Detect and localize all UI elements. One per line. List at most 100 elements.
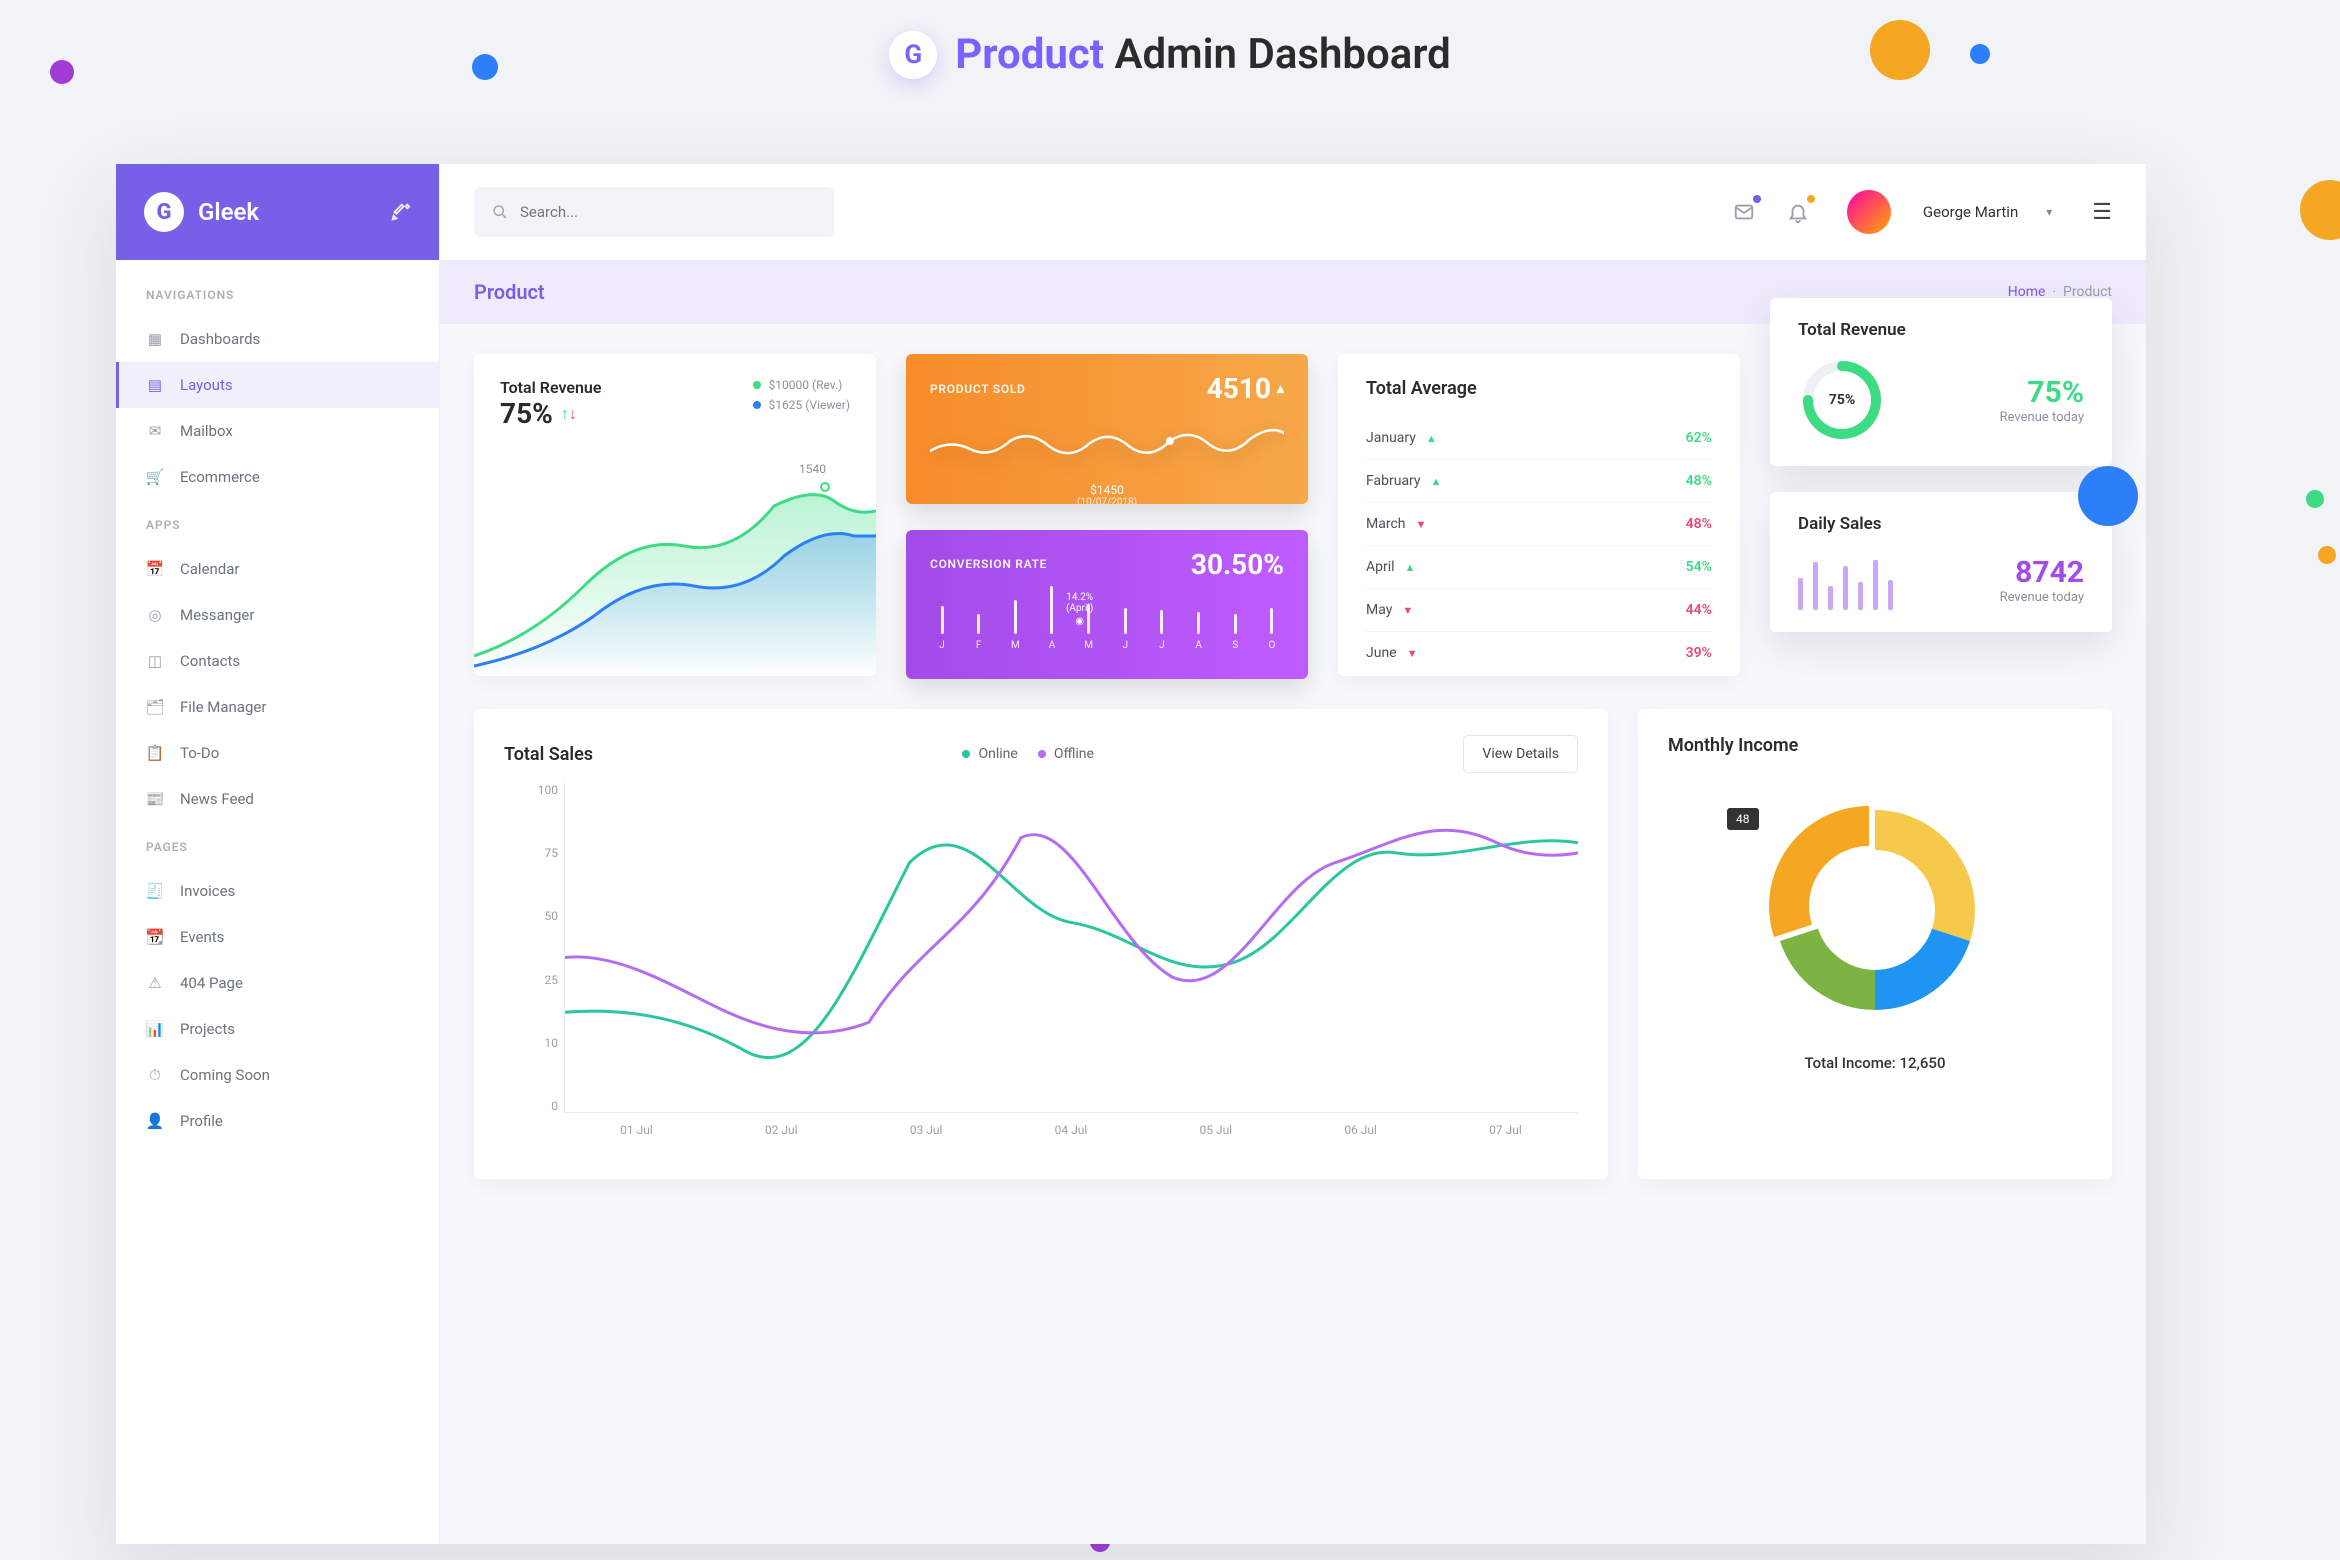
sidebar-item-label: File Manager — [180, 698, 266, 716]
decor-dot — [2078, 466, 2138, 526]
sidebar-item-label: Layouts — [180, 376, 233, 394]
header-logo-icon: G — [889, 31, 937, 79]
daily-bar — [1873, 560, 1878, 610]
sidebar-item-news-feed[interactable]: 📰News Feed — [116, 776, 439, 822]
conversion-bar: J — [1150, 610, 1174, 651]
caret-up-icon: ▴ — [1277, 381, 1284, 397]
mail-icon[interactable] — [1727, 195, 1761, 229]
daily-bar — [1813, 562, 1818, 610]
settings-icon[interactable] — [389, 201, 411, 223]
conversion-bar: J — [930, 606, 954, 651]
side-total-revenue-card: Total Revenue 75% 75% — [1770, 298, 2112, 466]
average-value: 48% — [1686, 516, 1712, 532]
x-tick: 05 Jul — [1199, 1123, 1232, 1153]
x-tick: 04 Jul — [1055, 1123, 1088, 1153]
y-tick: 100 — [504, 783, 558, 797]
average-month: May — [1366, 602, 1392, 618]
sidebar-item-mailbox[interactable]: ✉Mailbox — [116, 408, 439, 454]
search-input[interactable] — [520, 203, 816, 221]
sidebar-item-file-manager[interactable]: 🗂File Manager — [116, 684, 439, 730]
brand-bar: G Gleek — [116, 164, 439, 260]
side-column: Total Revenue 75% 75% — [1770, 354, 2112, 679]
daily-bar — [1843, 566, 1848, 610]
sidebar-item-dashboards[interactable]: ▦ Dashboards — [116, 316, 439, 362]
daily-bar — [1798, 578, 1803, 610]
revenue-ring-chart: 75% — [1798, 356, 1886, 444]
topbar: George Martin ▾ ☰ — [440, 164, 2146, 260]
revenue-area-chart — [474, 476, 876, 676]
card-title: Total Revenue — [1798, 320, 2084, 340]
nav: NAVIGATIONS ▦Dashboards▤Layouts✉Mailbox🛒… — [116, 260, 439, 1164]
conversion-bar: A — [1040, 586, 1064, 651]
legend-dot-icon — [753, 401, 761, 409]
average-row: March▼48% — [1366, 502, 1712, 545]
coming-soon-icon: ⏱ — [146, 1066, 164, 1084]
average-month: April — [1366, 559, 1395, 575]
brand-logo-icon: G — [144, 192, 184, 232]
sidebar: G Gleek NAVIGATIONS ▦Dashboards▤Layouts✉… — [116, 164, 440, 1544]
card-title: Total Sales — [504, 744, 593, 765]
bell-badge — [1807, 195, 1815, 203]
events-icon: 📆 — [146, 928, 164, 946]
side-revenue-sub: Revenue today — [2000, 410, 2084, 425]
card-title: PRODUCT SOLD — [930, 382, 1026, 396]
hamburger-icon[interactable]: ☰ — [2092, 200, 2112, 225]
stats-row: Total Revenue 75% ↑↓ $10000 (Rev.) $1625… — [474, 354, 2112, 679]
conversion-bar: A — [1187, 612, 1211, 651]
404-page-icon: ⚠ — [146, 974, 164, 992]
product-sold-value: 4510▴ — [1207, 372, 1284, 405]
average-row: June▼39% — [1366, 631, 1712, 674]
sidebar-item-404-page[interactable]: ⚠404 Page — [116, 960, 439, 1006]
daily-sales-value: 8742 — [2000, 555, 2084, 590]
news-feed-icon: 📰 — [146, 790, 164, 808]
contacts-icon: ◫ — [146, 652, 164, 670]
total-revenue-card: Total Revenue 75% ↑↓ $10000 (Rev.) $1625… — [474, 354, 876, 676]
sidebar-item-projects[interactable]: 📊Projects — [116, 1006, 439, 1052]
sidebar-item-events[interactable]: 📆 Events — [116, 914, 439, 960]
avatar[interactable] — [1847, 190, 1891, 234]
sidebar-item-contacts[interactable]: ◫ Contacts — [116, 638, 439, 684]
sidebar-item-profile[interactable]: 👤Profile — [116, 1098, 439, 1144]
daily-sales-bars — [1798, 550, 1893, 610]
sidebar-item-label: Dashboards — [180, 330, 260, 348]
sidebar-item-label: Calendar — [180, 560, 240, 578]
sidebar-item-layouts[interactable]: ▤Layouts — [116, 362, 439, 408]
peak-label: 1540 — [799, 462, 826, 476]
y-tick: 50 — [504, 909, 558, 923]
average-row: April▲54% — [1366, 545, 1712, 588]
sidebar-item-to-do[interactable]: 📋To-Do — [116, 730, 439, 776]
chevron-down-icon[interactable]: ▾ — [2046, 205, 2052, 219]
sidebar-item-label: Events — [180, 928, 224, 946]
product-sold-card: PRODUCT SOLD 4510▴ $1450 (10/07/2018) — [906, 354, 1308, 504]
sidebar-item-label: Mailbox — [180, 422, 233, 440]
sidebar-item-messanger[interactable]: ◎Messanger — [116, 592, 439, 638]
total-sales-chart: 100755025100 01 Jul02 Jul03 Jul04 Jul05 … — [504, 783, 1578, 1153]
view-details-button[interactable]: View Details — [1463, 735, 1578, 773]
nav-section-label: APPS — [116, 518, 439, 546]
card-title: Total Average — [1366, 378, 1712, 399]
dashboards-icon: ▦ — [146, 330, 164, 348]
sidebar-item-coming-soon[interactable]: ⏱Coming Soon — [116, 1052, 439, 1098]
average-month: January — [1366, 430, 1416, 446]
daily-bar — [1828, 586, 1833, 610]
arrow-down-icon: ↓ — [569, 404, 577, 423]
x-tick: 06 Jul — [1344, 1123, 1377, 1153]
x-tick: 02 Jul — [765, 1123, 798, 1153]
search-box[interactable] — [474, 187, 834, 237]
total-sales-card: Total Sales Online Offline View Details … — [474, 709, 1608, 1179]
legend-dot-icon — [1038, 750, 1046, 758]
sidebar-item-invoices[interactable]: 🧾Invoices — [116, 868, 439, 914]
bell-icon[interactable] — [1781, 195, 1815, 229]
user-name[interactable]: George Martin — [1923, 203, 2018, 221]
revenue-legend: $10000 (Rev.) $1625 (Viewer) — [753, 378, 850, 412]
average-month: March — [1366, 516, 1406, 532]
average-month: June — [1366, 645, 1397, 661]
arrow-up-icon: ▲ — [1426, 432, 1437, 445]
conversion-bar: M — [1003, 600, 1027, 651]
search-icon — [492, 204, 508, 220]
sidebar-item-ecommerce[interactable]: 🛒Ecommerce — [116, 454, 439, 500]
sidebar-item-label: Contacts — [180, 652, 240, 670]
sidebar-item-label: Projects — [180, 1020, 235, 1038]
average-value: 54% — [1686, 559, 1712, 575]
sidebar-item-calendar[interactable]: 📅Calendar — [116, 546, 439, 592]
